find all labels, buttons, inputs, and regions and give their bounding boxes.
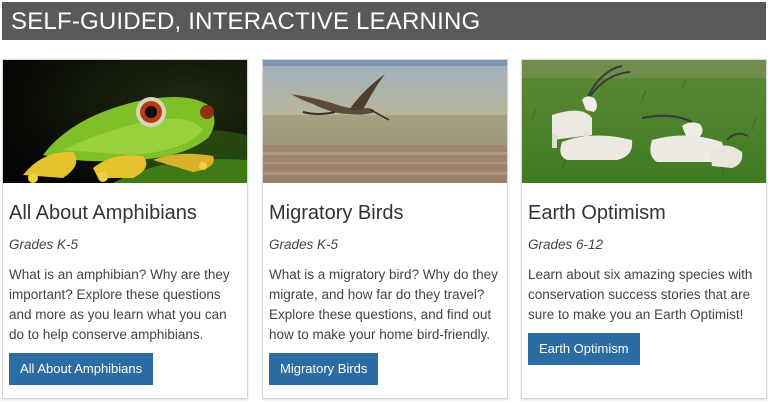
oryx-image[interactable]: [522, 60, 766, 183]
section-banner: SELF-GUIDED, INTERACTIVE LEARNING: [2, 2, 766, 40]
card-title: Migratory Birds: [269, 202, 404, 224]
flying-bird-image[interactable]: [263, 60, 507, 183]
card-amphibians: All About Amphibians Grades K-5 What is …: [2, 59, 248, 399]
amphibians-button[interactable]: All About Amphibians: [9, 353, 154, 385]
section-title: SELF-GUIDED, INTERACTIVE LEARNING: [11, 8, 481, 35]
card-grades: Grades 6-12: [528, 237, 604, 252]
card-title: All About Amphibians: [9, 202, 197, 224]
migratory-birds-button[interactable]: Migratory Birds: [269, 353, 379, 385]
card-description: What is an amphibian? Why are they impor…: [9, 267, 230, 342]
earth-optimism-button[interactable]: Earth Optimism: [528, 333, 640, 365]
card-title: Earth Optimism: [528, 202, 666, 224]
card-description: Learn about six amazing species with con…: [528, 267, 753, 322]
card-description: What is a migratory bird? Why do they mi…: [269, 267, 498, 342]
tree-frog-image[interactable]: [3, 60, 247, 183]
card-migratory-birds: Migratory Birds Grades K-5 What is a mig…: [262, 59, 508, 399]
card-earth-optimism: Earth Optimism Grades 6-12 Learn about s…: [521, 59, 767, 399]
card-grades: Grades K-5: [9, 237, 79, 252]
card-grades: Grades K-5: [269, 237, 339, 252]
